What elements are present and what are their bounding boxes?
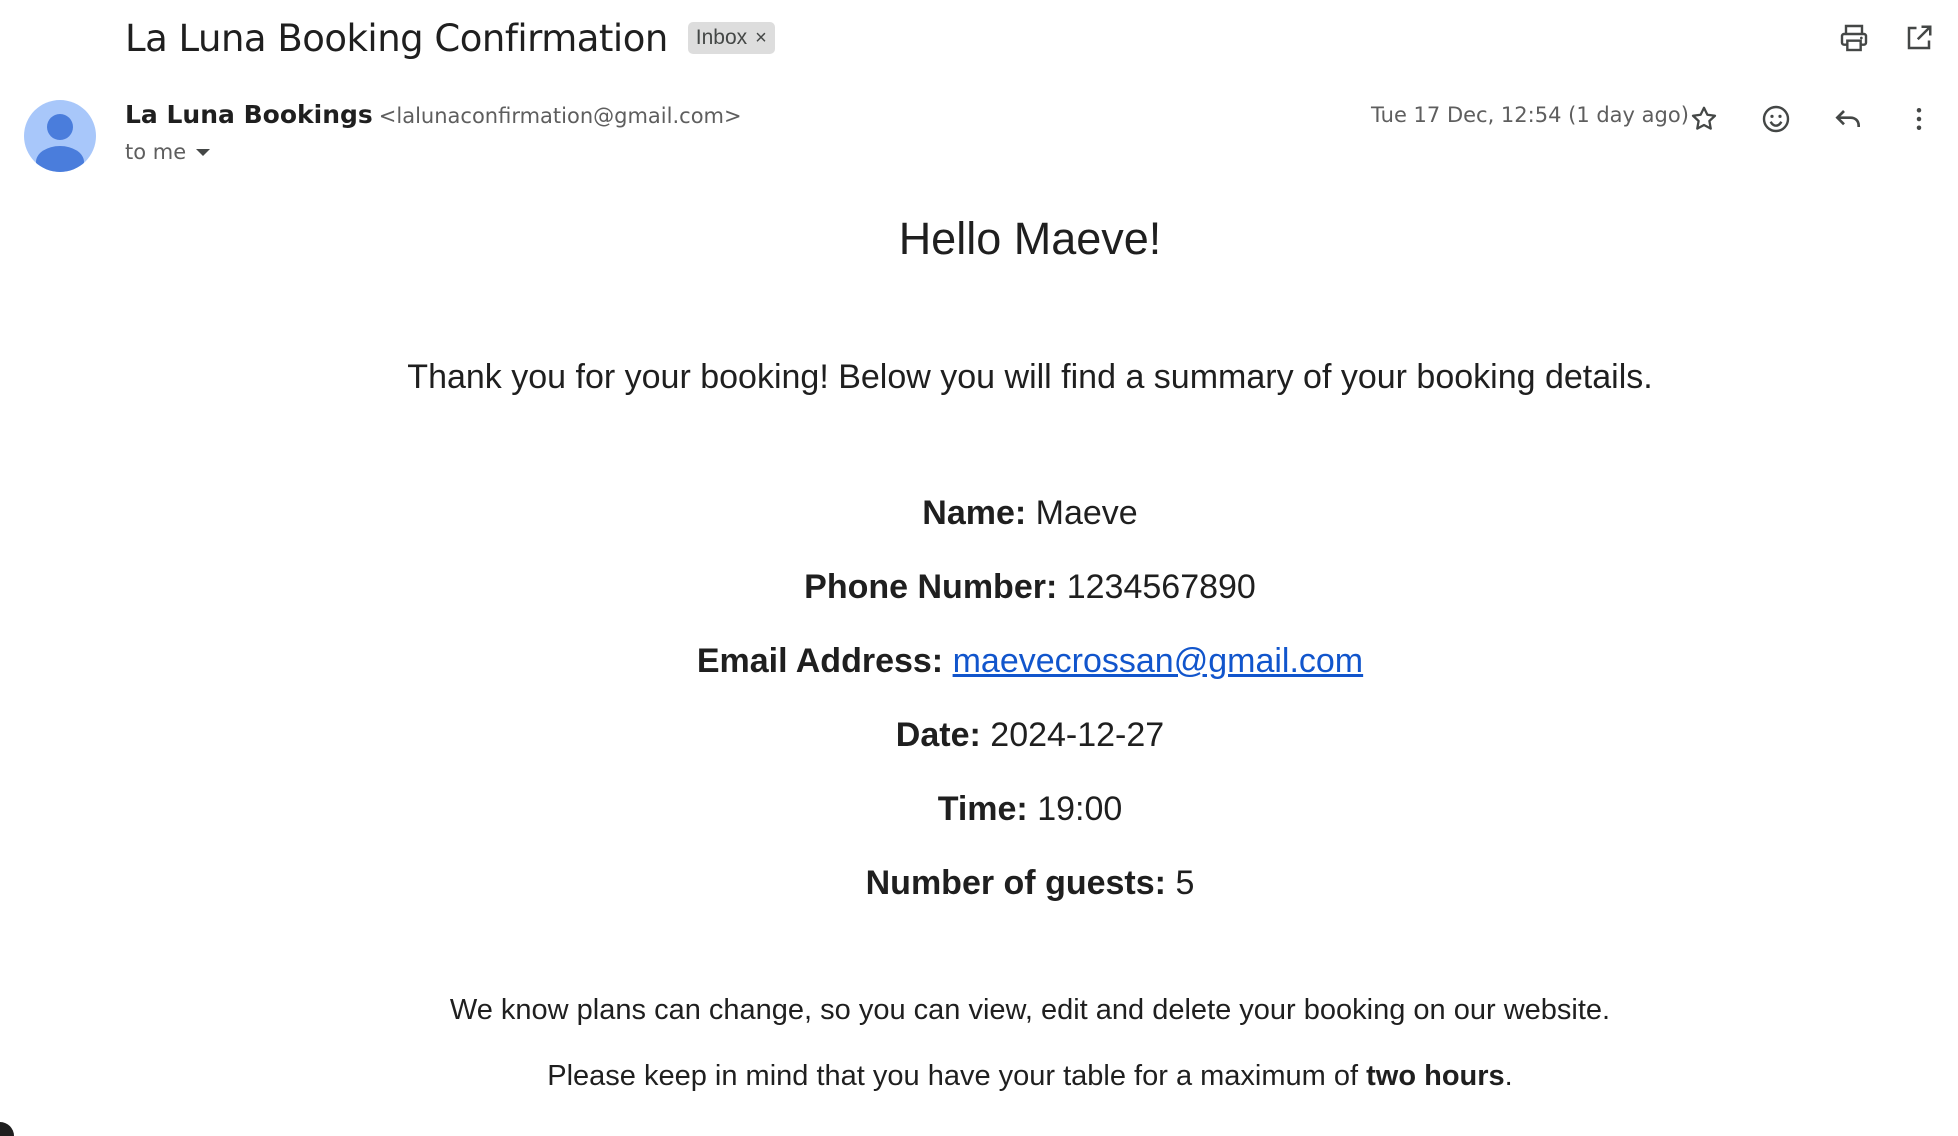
intro-paragraph: Thank you for your booking! Below you wi… (407, 358, 1653, 396)
email-timestamp: Tue 17 Dec, 12:54 (1 day ago) (1371, 103, 1689, 127)
detail-value: 1234567890 (1066, 568, 1256, 606)
note-end: . (1504, 1060, 1513, 1092)
avatar[interactable] (24, 100, 96, 172)
detail-time: Time: 19:00 (0, 790, 1958, 829)
emoji-react-icon (1762, 105, 1790, 133)
email-view: La Luna Booking Confirmation Inbox × La … (0, 0, 1958, 1136)
detail-label: Time: (937, 790, 1028, 828)
window-corner (0, 1122, 14, 1136)
recipient-details-toggle[interactable]: to me (125, 140, 211, 164)
email-address-link[interactable]: maevecrossan@gmail.com (953, 642, 1364, 680)
detail-label: Email Address: (696, 642, 944, 680)
note-emphasis: two hours (1366, 1060, 1505, 1092)
subject-row: La Luna Booking Confirmation Inbox × (125, 12, 775, 64)
sender-line: La Luna Bookings <lalunaconfirmation@gma… (125, 100, 742, 136)
detail-value: 5 (1175, 864, 1195, 902)
detail-name: Name: Maeve (0, 494, 1958, 533)
email-subject: La Luna Booking Confirmation (125, 16, 668, 60)
detail-value: 2024-12-27 (990, 716, 1165, 754)
remove-label-icon[interactable]: × (755, 27, 767, 50)
recipient-label: to me (125, 140, 187, 164)
more-options-button[interactable] (1899, 99, 1939, 139)
default-person-icon (36, 114, 84, 172)
open-in-new-window-button[interactable] (1901, 20, 1937, 56)
note-text: Please keep in mind that you have your t… (547, 1060, 1367, 1092)
note-time-limit: Please keep in mind that you have your t… (0, 1060, 1958, 1093)
detail-label: Date: (895, 716, 981, 754)
note-change-booking: We know plans can change, so you can vie… (449, 994, 1611, 1026)
greeting-heading: Hello Maeve! (898, 213, 1162, 264)
reply-icon (1835, 110, 1860, 127)
sender-name[interactable]: La Luna Bookings (125, 100, 373, 129)
open-in-new-window-icon (1907, 25, 1932, 50)
print-icon (1840, 24, 1868, 52)
detail-value: 19:00 (1037, 790, 1123, 828)
inbox-label-chip[interactable]: Inbox × (687, 22, 775, 54)
detail-label: Number of guests: (865, 864, 1166, 902)
detail-label: Name: (922, 494, 1027, 532)
sender-email: <lalunaconfirmation@gmail.com> (378, 104, 742, 128)
detail-phone: Phone Number: 1234567890 (0, 568, 1958, 607)
detail-value: Maeve (1035, 494, 1138, 532)
detail-email: Email Address: maevecrossan@gmail.com (0, 642, 1958, 681)
detail-label: Phone Number: (804, 568, 1058, 606)
chevron-down-icon (196, 148, 211, 156)
add-reaction-button[interactable] (1756, 99, 1796, 139)
detail-date: Date: 2024-12-27 (0, 716, 1958, 755)
star-icon (1691, 106, 1717, 130)
detail-guests: Number of guests: 5 (0, 864, 1958, 903)
more-options-icon (1916, 108, 1922, 130)
star-button[interactable] (1684, 99, 1724, 139)
inbox-label-text: Inbox (695, 26, 748, 49)
reply-button[interactable] (1828, 99, 1868, 139)
print-button[interactable] (1836, 20, 1872, 56)
